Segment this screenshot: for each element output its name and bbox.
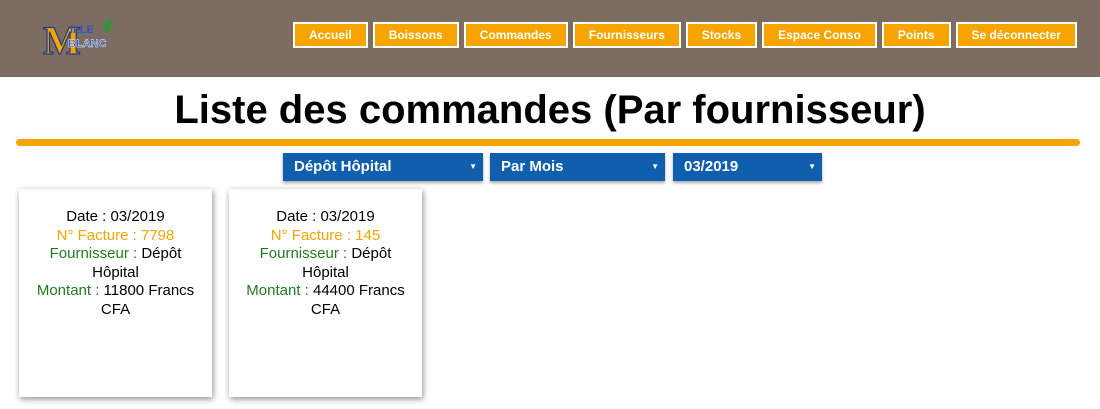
- chevron-down-icon: ▼: [808, 162, 816, 171]
- nav-commandes-button[interactable]: Commandes: [463, 22, 568, 48]
- order-card[interactable]: Date : 03/2019 N° Facture : 145 Fourniss…: [229, 189, 422, 397]
- page-title: Liste des commandes (Par fournisseur): [174, 88, 926, 132]
- logo-palm-icon: [103, 19, 117, 34]
- nav-espace-conso-button[interactable]: Espace Conso: [762, 22, 877, 48]
- order-amount: Montant : 44400 Francs CFA: [246, 282, 405, 318]
- order-invoice: N° Facture : 145: [270, 226, 381, 244]
- period-select-value: Par Mois: [501, 158, 564, 175]
- logo[interactable]: M ILLE BLANC: [43, 18, 121, 58]
- nav-boissons-button[interactable]: Boissons: [372, 22, 459, 48]
- nav-fournisseurs-button[interactable]: Fournisseurs: [572, 22, 681, 48]
- nav-stocks-button[interactable]: Stocks: [685, 22, 758, 48]
- chevron-down-icon: ▼: [469, 162, 477, 171]
- order-supplier: Fournisseur : Dépôt Hôpital: [49, 245, 182, 281]
- nav-accueil-button[interactable]: Accueil: [293, 22, 368, 48]
- order-invoice: N° Facture : 7798: [56, 226, 175, 244]
- chevron-down-icon: ▼: [651, 162, 659, 171]
- order-amount: Montant : 11800 Francs CFA: [36, 282, 195, 318]
- header-bar: M ILLE BLANC Accueil Boissons Commandes …: [0, 0, 1100, 77]
- nav-logout-button[interactable]: Se déconnecter: [955, 22, 1077, 48]
- month-select-value: 03/2019: [684, 158, 739, 175]
- supplier-select-value: Dépôt Hôpital: [294, 158, 392, 175]
- order-card[interactable]: Date : 03/2019 N° Facture : 7798 Fournis…: [19, 189, 212, 397]
- logo-line2: BLANC: [68, 38, 107, 50]
- order-date: Date : 03/2019: [276, 208, 375, 225]
- nav-points-button[interactable]: Points: [881, 22, 951, 48]
- supplier-select[interactable]: Dépôt Hôpital ▼: [283, 153, 483, 181]
- period-select[interactable]: Par Mois ▼: [490, 153, 665, 181]
- order-supplier: Fournisseur : Dépôt Hôpital: [259, 245, 392, 281]
- title-divider: [16, 139, 1080, 146]
- month-select[interactable]: 03/2019 ▼: [673, 153, 822, 181]
- main-nav: Accueil Boissons Commandes Fournisseurs …: [293, 22, 1077, 48]
- logo-line1: ILLE: [70, 24, 94, 36]
- order-date: Date : 03/2019: [66, 208, 165, 225]
